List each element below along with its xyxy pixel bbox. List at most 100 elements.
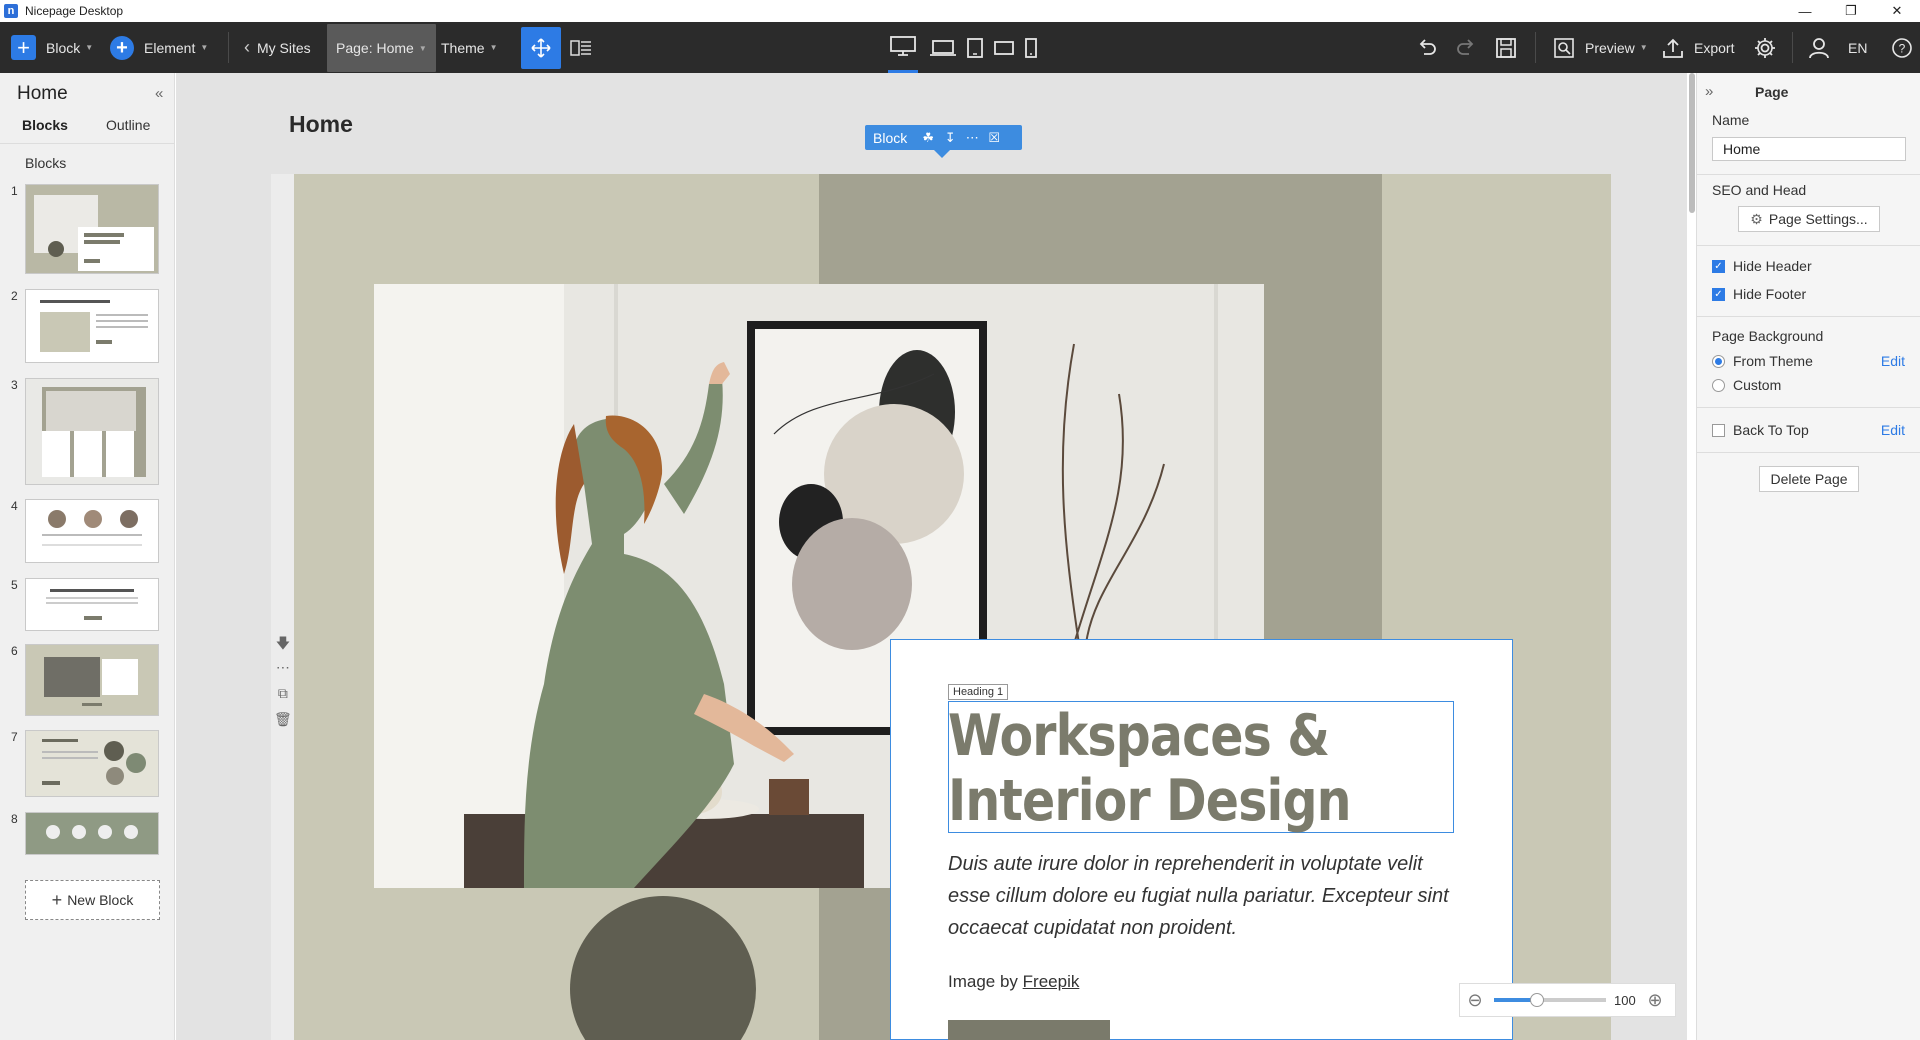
zoom-out-icon[interactable]: ⊖	[1460, 990, 1490, 1011]
window-controls: — ❐ ✕	[1782, 0, 1920, 22]
save-button[interactable]	[1495, 22, 1517, 73]
language-button[interactable]: EN	[1848, 22, 1867, 73]
desktop-view-button[interactable]	[888, 22, 918, 73]
block-toolbar-pointer	[934, 150, 950, 158]
plus-icon: +	[51, 889, 63, 910]
divider	[1697, 452, 1920, 453]
laptop-view-button[interactable]	[929, 22, 957, 73]
custom-radio[interactable]: Custom	[1712, 377, 1781, 393]
block-thumbnail[interactable]	[25, 730, 159, 797]
trash-icon[interactable]: 🗑	[274, 711, 292, 737]
delete-page-button[interactable]: Delete Page	[1759, 466, 1859, 492]
page-settings-label: Page Settings...	[1768, 211, 1868, 227]
block-thumbnail[interactable]	[25, 289, 159, 363]
minimize-icon[interactable]: —	[1782, 0, 1828, 22]
help-button[interactable]: ?	[1891, 22, 1913, 73]
paint-bucket-icon[interactable]: ☘	[917, 130, 939, 146]
zoom-slider-handle[interactable]	[1529, 993, 1544, 1007]
hero-button[interactable]	[948, 1020, 1110, 1040]
page-background-label: Page Background	[1712, 328, 1824, 344]
edit-back-to-top-link[interactable]: Edit	[1881, 422, 1905, 438]
account-button[interactable]	[1808, 22, 1830, 73]
redo-button[interactable]	[1455, 22, 1477, 73]
block-thumbnail[interactable]	[25, 378, 159, 485]
chevron-down-icon: ▼	[200, 43, 209, 52]
undo-icon	[1419, 38, 1436, 55]
tab-blocks[interactable]: Blocks	[22, 117, 68, 133]
help-icon: ?	[1892, 37, 1912, 58]
collapse-panel-icon[interactable]: «	[155, 85, 163, 102]
hide-header-checkbox[interactable]: ✓ Hide Header	[1712, 258, 1812, 274]
my-sites-button[interactable]: ‹ My Sites	[244, 22, 311, 73]
preview-label: Preview	[1585, 39, 1635, 56]
layout-tool-button[interactable]	[570, 22, 592, 73]
trash-icon[interactable]: ☒	[983, 130, 1005, 146]
canvas-scrollbar[interactable]	[1689, 73, 1695, 213]
panel-title: Home	[17, 83, 68, 104]
divider	[228, 32, 229, 63]
preview-icon	[1554, 37, 1574, 58]
seo-label: SEO and Head	[1712, 182, 1807, 198]
tab-outline[interactable]: Outline	[106, 117, 150, 133]
add-block-label: Block	[46, 39, 81, 56]
theme-dropdown[interactable]: Theme ▼	[441, 22, 498, 73]
image-credit[interactable]: Image by Freepik	[948, 972, 1079, 992]
expand-panel-icon[interactable]: »	[1705, 83, 1713, 100]
back-to-top-checkbox[interactable]: Back To Top	[1712, 422, 1809, 438]
chevron-down-icon: ▼	[418, 43, 427, 53]
add-element-button[interactable]: + Element ▼	[110, 22, 208, 73]
page-dropdown[interactable]: Page: Home ▼	[327, 24, 436, 72]
export-button[interactable]: Export	[1662, 22, 1734, 73]
close-icon[interactable]: ✕	[1874, 0, 1920, 22]
more-options-icon[interactable]: ⋯	[961, 130, 983, 146]
hide-header-label: Hide Header	[1733, 258, 1812, 274]
thumbnail-number: 6	[11, 644, 18, 658]
custom-label: Custom	[1733, 377, 1782, 393]
divider	[1535, 32, 1536, 63]
zoom-value: 100	[1614, 992, 1636, 1008]
hero-body-text[interactable]: Duis aute irure dolor in reprehenderit i…	[948, 848, 1468, 944]
move-tool-button[interactable]	[521, 27, 561, 69]
duplicate-icon[interactable]: ⧉	[278, 685, 288, 711]
more-icon[interactable]: ⋯	[276, 659, 290, 685]
block-thumbnail[interactable]	[25, 812, 159, 855]
block-thumbnail[interactable]	[25, 578, 159, 631]
editor-canvas[interactable]: Home 🡇 ⋯ ⧉ 🗑 Block ☘ ↧ ⋯ ☒ Heading 1 Wor…	[176, 73, 1687, 1040]
checkbox-icon: ✓	[1712, 259, 1725, 273]
divider	[0, 143, 175, 144]
hero-heading[interactable]: Workspaces & Interior Design	[948, 704, 1383, 834]
text-card[interactable]: Heading 1 Workspaces & Interior Design D…	[890, 639, 1513, 1040]
page-settings-button[interactable]: ⚙ Page Settings...	[1738, 206, 1880, 232]
block-thumbnail[interactable]	[25, 499, 159, 563]
phone-landscape-view-button[interactable]	[993, 22, 1015, 73]
phone-view-button[interactable]	[1024, 22, 1038, 73]
undo-button[interactable]	[1416, 22, 1438, 73]
zoom-slider[interactable]	[1494, 993, 1606, 1007]
preview-button[interactable]: Preview ▼	[1553, 22, 1648, 73]
add-block-button[interactable]: + Block ▼	[11, 22, 93, 73]
block-thumbnail[interactable]	[25, 644, 159, 716]
app-logo-icon: n	[4, 4, 18, 18]
from-theme-radio[interactable]: From Theme	[1712, 353, 1813, 369]
zoom-in-icon[interactable]: ⊕	[1640, 990, 1670, 1011]
block-toolbar-label[interactable]: Block	[873, 130, 907, 146]
app-title: Nicepage Desktop	[25, 4, 124, 18]
export-icon	[1663, 38, 1683, 58]
move-down-icon[interactable]: 🡇	[276, 633, 290, 659]
new-block-button[interactable]: + New Block	[25, 880, 160, 920]
page-name-input[interactable]	[1712, 137, 1906, 161]
edit-background-link[interactable]: Edit	[1881, 353, 1905, 369]
insert-block-icon[interactable]: ↧	[939, 130, 961, 146]
restore-icon[interactable]: ❐	[1828, 0, 1874, 22]
settings-button[interactable]	[1753, 22, 1777, 73]
tablet-view-button[interactable]	[966, 22, 984, 73]
chevron-down-icon: ▼	[1639, 43, 1648, 52]
freepik-link[interactable]: Freepik	[1023, 972, 1080, 991]
hide-footer-checkbox[interactable]: ✓ Hide Footer	[1712, 286, 1806, 302]
divider	[1792, 32, 1793, 63]
radio-icon	[1712, 378, 1725, 392]
page-dropdown-label: Page: Home	[336, 40, 414, 56]
block-thumbnail[interactable]	[25, 184, 159, 274]
svg-text:?: ?	[1899, 41, 1906, 55]
thumbnail-number: 1	[11, 184, 18, 198]
